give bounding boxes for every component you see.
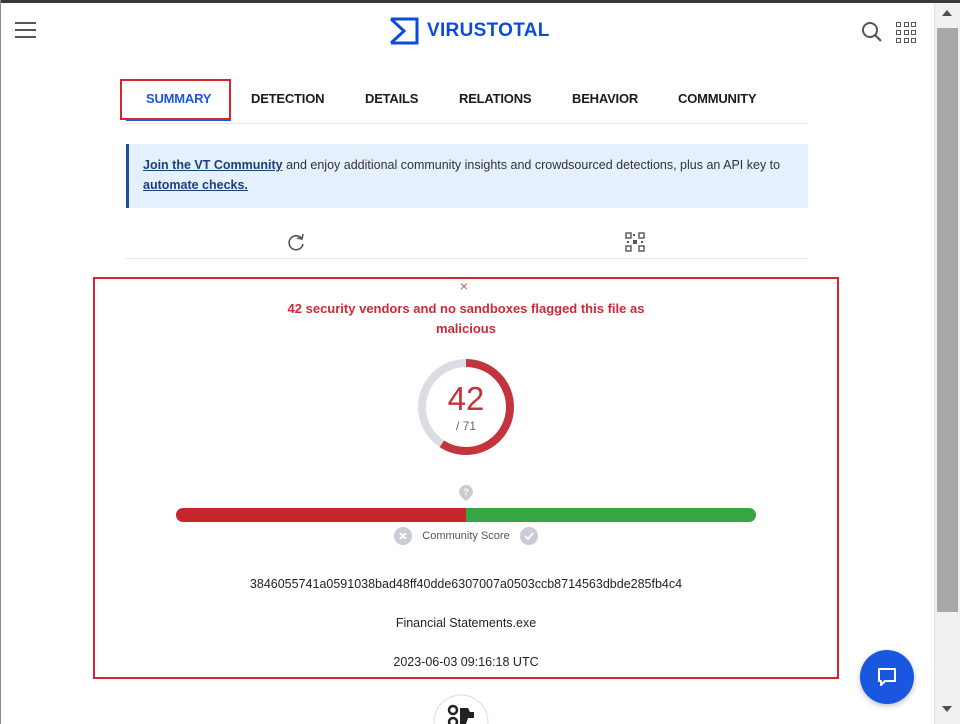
scroll-down-arrow-icon[interactable] xyxy=(942,706,952,712)
file-name: Financial Statements.exe xyxy=(395,616,537,630)
help-marker-icon[interactable]: ? xyxy=(458,484,474,502)
automate-checks-link[interactable]: automate checks. xyxy=(143,178,248,192)
tab-behavior[interactable]: BEHAVIOR xyxy=(572,91,638,106)
detection-score: 42 xyxy=(447,380,485,417)
community-score-bar xyxy=(176,508,756,522)
tab-details[interactable]: DETAILS xyxy=(365,91,418,106)
vertical-scrollbar[interactable] xyxy=(934,3,960,724)
malicious-x-icon: × xyxy=(459,278,469,294)
summary-tab-highlight xyxy=(120,79,231,120)
file-hash: 3846055741a0591038bad48ff40dde6307007a05… xyxy=(249,577,683,591)
action-icon-row xyxy=(126,222,808,259)
community-banner: Join the VT Community and enjoy addition… xyxy=(126,144,808,208)
community-score-positive xyxy=(466,508,756,522)
virustotal-logo[interactable]: VIRUSTOTAL xyxy=(389,17,550,45)
similar-files-icon[interactable] xyxy=(624,231,646,253)
detection-verdict: 42 security vendors and no sandboxes fla… xyxy=(287,301,645,336)
join-community-link[interactable]: Join the VT Community xyxy=(143,158,283,172)
brand-name: VIRUSTOTAL xyxy=(427,20,550,41)
tab-relations[interactable]: RELATIONS xyxy=(459,91,532,106)
reanalyze-icon[interactable] xyxy=(285,231,307,253)
tab-detection[interactable]: DETECTION xyxy=(251,91,325,106)
top-header: VIRUSTOTAL xyxy=(0,3,934,58)
community-score-label: Community Score xyxy=(422,530,510,542)
file-type-icon xyxy=(433,694,489,724)
window-left-border xyxy=(0,0,1,724)
hamburger-menu-icon[interactable] xyxy=(15,22,36,39)
search-icon[interactable] xyxy=(860,20,884,44)
virustotal-logo-icon xyxy=(389,17,419,45)
banner-text: and enjoy additional community insights … xyxy=(282,158,781,172)
tab-community[interactable]: COMMUNITY xyxy=(678,91,757,106)
scrollbar-thumb[interactable] xyxy=(937,28,958,612)
vote-malicious-icon[interactable] xyxy=(394,527,412,545)
community-score-negative xyxy=(176,508,466,522)
chat-button[interactable] xyxy=(860,650,914,704)
apps-grid-icon[interactable] xyxy=(896,22,918,44)
last-analysis-date: 2023-06-03 09:16:18 UTC xyxy=(393,655,539,669)
svg-text:?: ? xyxy=(463,487,469,497)
vote-harmless-icon[interactable] xyxy=(520,527,538,545)
detection-total: / 71 xyxy=(455,419,476,433)
chat-bubble-icon xyxy=(878,668,896,686)
scroll-up-arrow-icon[interactable] xyxy=(942,10,952,16)
